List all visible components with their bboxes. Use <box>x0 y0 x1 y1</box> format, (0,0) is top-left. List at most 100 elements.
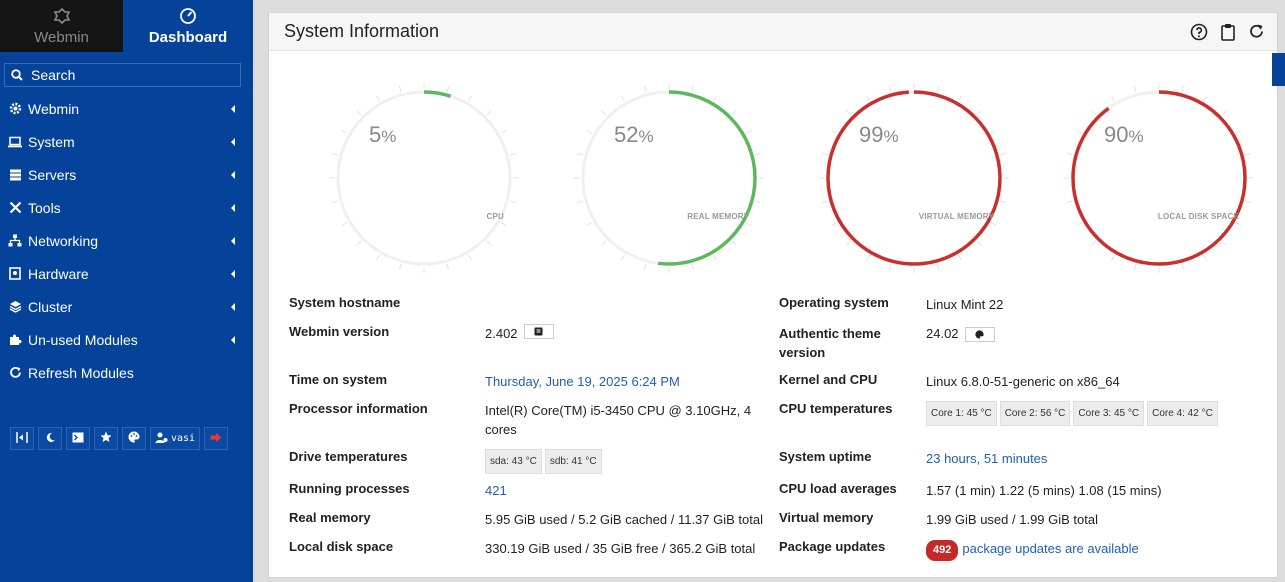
gauge-tick <box>1133 263 1137 270</box>
sidebar-item-cluster[interactable]: Cluster <box>0 290 253 323</box>
gauge-tick <box>1221 110 1227 116</box>
tab-dashboard-label: Dashboard <box>148 28 228 46</box>
row-real-memory: Real memory 5.95 GiB used / 5.2 GiB cach… <box>289 510 763 529</box>
caret-left-icon <box>231 335 235 344</box>
book-icon <box>534 324 543 339</box>
info-label: Webmin version <box>289 324 390 339</box>
gauge-tick <box>888 263 892 270</box>
gauge-tick <box>1076 130 1083 134</box>
gauge-tick <box>621 254 625 261</box>
gauge-unit: % <box>1128 127 1144 146</box>
gauge-tick <box>713 95 717 102</box>
info-value: 2.402 <box>485 326 518 341</box>
caret-left-icon <box>231 236 235 245</box>
theme-settings-button[interactable] <box>122 427 146 450</box>
gauge-tick <box>586 222 593 226</box>
gauge-tick <box>999 152 1006 156</box>
info-value: sda: 43 °C sdb: 41 °C <box>485 449 605 474</box>
help-icon[interactable] <box>1190 23 1208 41</box>
collapse-sidebar-button[interactable] <box>10 427 34 450</box>
panel-title: System Information <box>284 21 440 41</box>
user-cog-icon <box>155 432 168 446</box>
right-drawer-toggle[interactable] <box>1272 53 1285 86</box>
gauge-tick <box>332 152 339 156</box>
terminal-button[interactable] <box>66 427 90 450</box>
tab-webmin[interactable]: Webmin <box>0 0 123 52</box>
clipboard-icon[interactable] <box>1220 23 1236 41</box>
sidebar-item-tools[interactable]: Tools <box>0 191 253 224</box>
system-information-panel: System Information 5% CPU 52% REAL MEMOR… <box>268 12 1278 578</box>
sidebar-item-label: Networking <box>28 232 99 249</box>
drive-temp-badge: sdb: 41 °C <box>544 449 602 474</box>
sidebar-item-hardware[interactable]: Hardware <box>0 257 253 290</box>
cpu-temp-badge: Core 3: 45 °C <box>1073 401 1145 426</box>
gauge-dial <box>819 83 1009 273</box>
sidebar-item-unused-modules[interactable]: Un-used Modules <box>0 323 253 356</box>
gauge-tick <box>586 130 593 134</box>
sidebar-item-refresh-modules[interactable]: Refresh Modules <box>0 356 253 389</box>
gauge-label: VIRTUAL MEMORY <box>918 212 994 221</box>
favorites-button[interactable] <box>94 427 118 450</box>
processes-link[interactable]: 421 <box>485 481 507 500</box>
user-account-button[interactable]: vasi <box>150 427 201 450</box>
gauge-tick <box>958 95 962 102</box>
panel-actions <box>1190 23 1265 41</box>
gauge-tick <box>643 86 647 93</box>
info-label: CPU load averages <box>779 481 897 496</box>
sidebar-item-label: Un-used Modules <box>28 331 138 348</box>
sidebar-item-label: Webmin <box>28 100 80 117</box>
gauge-tick <box>976 110 982 116</box>
night-mode-button[interactable] <box>38 427 62 450</box>
processor-line-1: Intel(R) Core(TM) i5-3450 CPU @ 3.10GHz,… <box>485 403 752 418</box>
gauge-value: 99% <box>859 122 899 148</box>
row-os: Operating system Linux Mint 22 <box>779 295 1003 314</box>
gauge-tick <box>936 263 940 270</box>
gauge-label: CPU <box>486 212 504 221</box>
info-label: System uptime <box>779 449 872 464</box>
row-package-updates: Package updates 492 package updates are a… <box>779 539 1139 561</box>
package-updates-link[interactable]: package updates are available <box>962 541 1138 556</box>
info-value: Linux 6.8.0-51-generic on x86_64 <box>926 374 1120 389</box>
theme-label-line-2: version <box>779 345 826 360</box>
row-uptime: System uptime 23 hours, 51 minutes <box>779 449 1047 468</box>
gauge-unit: % <box>381 127 397 146</box>
gauge-tick <box>332 200 339 204</box>
gauge-tick <box>1203 95 1207 102</box>
info-value: 1.57 (1 min) 1.22 (5 mins) 1.08 (15 mins… <box>926 483 1162 498</box>
sidebar-item-label: Tools <box>28 199 61 216</box>
info-label: Running processes <box>289 481 410 496</box>
moon-icon <box>45 432 56 446</box>
info-value: Linux Mint 22 <box>926 297 1004 312</box>
sidebar-item-label: System <box>28 133 75 150</box>
sidebar-item-networking[interactable]: Networking <box>0 224 253 257</box>
gauge-tick <box>731 240 737 246</box>
gauge-tick <box>713 254 717 261</box>
gauge-tick <box>976 240 982 246</box>
tools-icon <box>8 201 22 215</box>
sidebar-item-servers[interactable]: Servers <box>0 158 253 191</box>
row-hostname: System hostname <box>289 295 400 310</box>
gauge-tick <box>376 95 380 102</box>
theme-changelog-button[interactable] <box>964 327 995 343</box>
info-value: 492 package updates are available <box>926 539 1139 561</box>
row-kernel: Kernel and CPU Linux 6.8.0-51-generic on… <box>779 372 1120 391</box>
top-tabs: Webmin Dashboard <box>0 0 253 52</box>
uptime-link[interactable]: 23 hours, 51 minutes <box>926 449 1047 468</box>
gauge-number: 90 <box>1104 122 1129 147</box>
gauge-tick <box>1133 86 1137 93</box>
collapse-icon <box>16 431 28 446</box>
row-cpu-temps: CPU temperatures Core 1: 45 °C Core 2: 56… <box>779 401 1221 426</box>
sidebar-item-webmin[interactable]: Webmin <box>0 92 253 125</box>
search-input[interactable]: Search <box>4 63 241 87</box>
gauge-tick <box>486 110 492 116</box>
sidebar-item-system[interactable]: System <box>0 125 253 158</box>
info-value: 330.19 GiB used / 35 GiB free / 365.2 Gi… <box>485 541 756 556</box>
tab-dashboard[interactable]: Dashboard <box>123 0 253 52</box>
changelog-button[interactable] <box>523 324 554 339</box>
time-link[interactable]: Thursday, June 19, 2025 6:24 PM <box>485 372 680 391</box>
row-load-averages: CPU load averages 1.57 (1 min) 1.22 (5 m… <box>779 481 1162 500</box>
gauge-unit: % <box>638 127 654 146</box>
gauge-tick <box>990 222 997 226</box>
reload-icon[interactable] <box>1248 23 1265 41</box>
logout-button[interactable] <box>204 427 229 450</box>
